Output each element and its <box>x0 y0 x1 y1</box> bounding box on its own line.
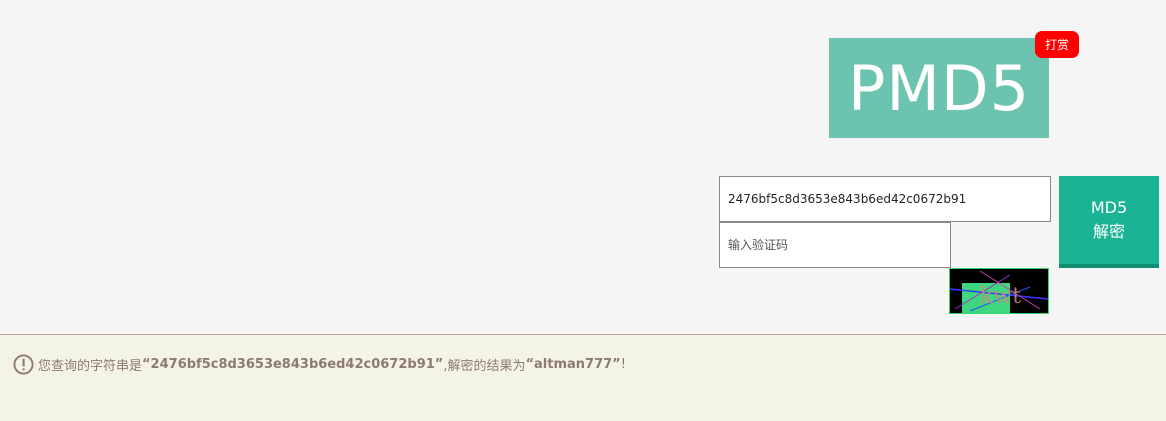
result-prefix: 您查询的字符串是 <box>38 359 143 374</box>
captcha-image[interactable]: kwt <box>949 268 1049 314</box>
result-middle: ,解密的结果为 <box>443 359 526 374</box>
captcha-text: kwt <box>980 284 1021 309</box>
result-hash: “2476bf5c8d3653e843b6ed42c0672b91” <box>142 357 444 372</box>
decrypt-button[interactable]: MD5 解密 <box>1059 176 1159 268</box>
captcha-graphic: kwt <box>950 269 1048 313</box>
decrypt-button-line2: 解密 <box>1092 222 1125 241</box>
hash-input[interactable] <box>719 176 1051 222</box>
reward-badge[interactable]: 打赏 <box>1035 31 1079 58</box>
decrypt-button-line1: MD5 <box>1090 198 1128 217</box>
captcha-input[interactable] <box>719 222 951 268</box>
exclamation-circle-icon <box>13 354 34 375</box>
site-logo[interactable]: PMD5 <box>829 38 1049 138</box>
result-message: 您查询的字符串是 “2476bf5c8d3653e843b6ed42c0672b… <box>13 354 626 375</box>
result-suffix: ! <box>620 357 626 372</box>
result-bar: 您查询的字符串是 “2476bf5c8d3653e843b6ed42c0672b… <box>0 334 1166 421</box>
result-plaintext: “altman777” <box>525 357 621 372</box>
page: PMD5 打赏 MD5 解密 kwt 您查询的字符串是 “2476bf5c8d3… <box>0 0 1166 421</box>
